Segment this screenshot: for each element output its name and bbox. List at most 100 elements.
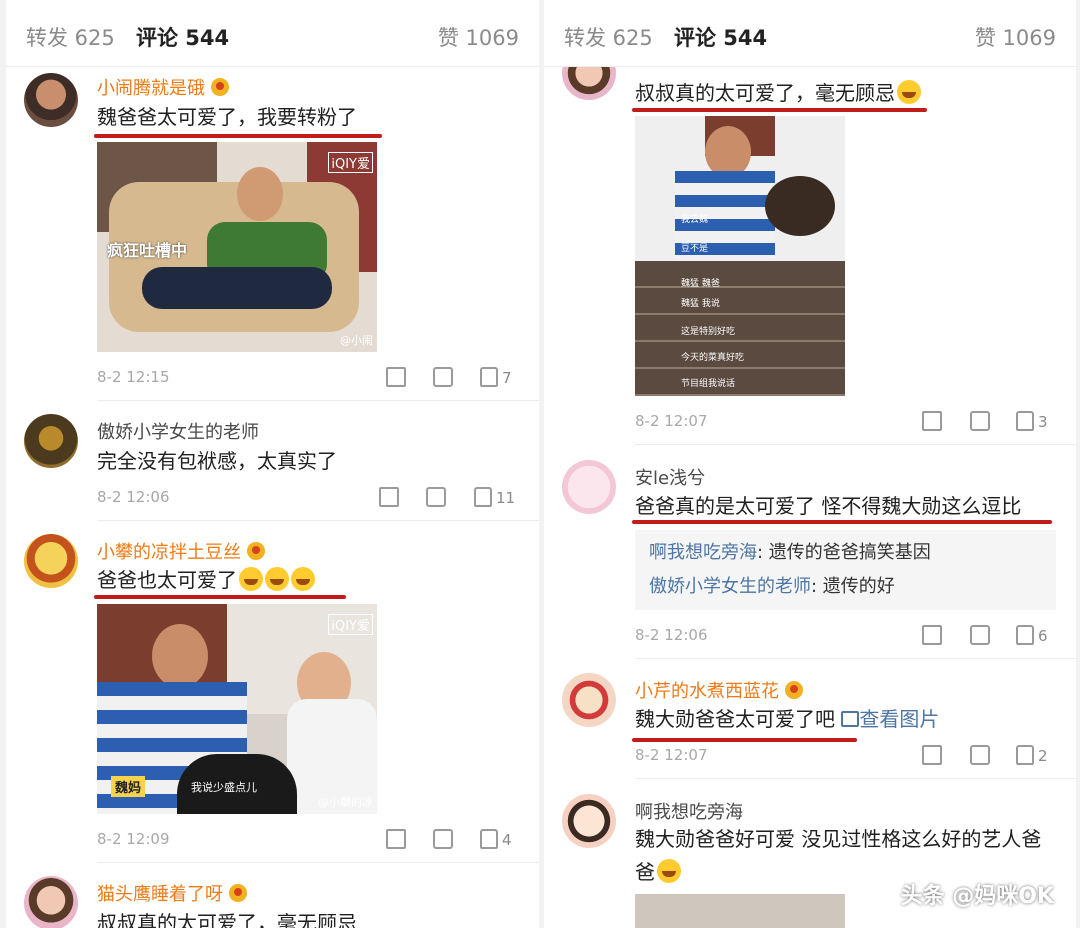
image-watermark: @小闹: [340, 334, 373, 347]
avatar[interactable]: [24, 534, 78, 588]
like-button[interactable]: 11: [474, 487, 515, 507]
iqiyi-logo: iQIY爱: [328, 152, 373, 173]
vip-badge-icon: [247, 542, 265, 560]
avatar[interactable]: [562, 794, 616, 848]
vip-badge-icon: [785, 681, 803, 699]
share-icon: [386, 829, 406, 849]
reply-username[interactable]: 傲娇小学女生的老师: [649, 576, 811, 597]
avatar[interactable]: [24, 876, 78, 928]
tab-likes[interactable]: 赞 1069: [975, 22, 1056, 52]
reply-button[interactable]: [970, 625, 990, 645]
thumbs-up-icon: [1016, 745, 1034, 765]
comment-text: 魏爸爸太可爱了，我要转粉了: [97, 105, 357, 129]
divider: [635, 658, 1076, 659]
share-icon: [379, 487, 399, 507]
red-underline: [632, 520, 1052, 524]
divider: [97, 862, 539, 863]
red-underline: [94, 134, 382, 138]
laughing-emoji-icon: [239, 567, 263, 591]
share-button[interactable]: [386, 829, 406, 849]
image-caption: 疯狂吐槽中: [107, 241, 188, 260]
reply-text: : 遗传的好: [811, 576, 895, 597]
image-caption: 节目组我说话: [681, 379, 736, 389]
image-caption: 魏猛 魏爸: [681, 279, 720, 289]
thumbs-up-icon: [480, 367, 498, 387]
like-button[interactable]: 2: [1016, 745, 1048, 765]
username[interactable]: 小闹腾就是硪: [97, 74, 229, 100]
comment-time: 8-2 12:09: [97, 830, 170, 848]
reply-button[interactable]: [433, 367, 453, 387]
tab-bar: 转发 625 评论 544 赞 1069: [6, 0, 539, 67]
tab-comments[interactable]: 评论 544: [136, 22, 229, 52]
reply-item: 傲娇小学女生的老师: 遗传的好: [649, 570, 1042, 604]
tab-likes[interactable]: 赞 1069: [438, 22, 519, 52]
username[interactable]: 傲娇小学女生的老师: [97, 418, 259, 444]
share-button[interactable]: [922, 745, 942, 765]
reply-text: : 遗传的爸爸搞笑基因: [757, 542, 931, 563]
comment-image[interactable]: [635, 894, 845, 928]
avatar[interactable]: [562, 460, 616, 514]
laughing-emoji-icon: [897, 80, 921, 104]
avatar[interactable]: [562, 673, 616, 727]
share-icon: [922, 745, 942, 765]
thumbs-up-icon: [1016, 625, 1034, 645]
red-underline: [94, 595, 346, 599]
comment-time: 8-2 12:15: [97, 368, 170, 386]
username[interactable]: 啊我想吃旁海: [635, 798, 743, 824]
username[interactable]: 安le浅兮: [635, 464, 705, 490]
comment-image[interactable]: 我去魏 豆不是 魏猛 魏爸 魏猛 我说 这是特别好吃 今天的菜真好吃 节目组我说…: [635, 116, 845, 396]
laughing-emoji-icon: [291, 567, 315, 591]
left-comment-panel: 转发 625 评论 544 赞 1069 小闹腾就是硪 魏爸爸太可爱了，我要转粉…: [6, 0, 539, 928]
username[interactable]: 小攀的凉拌土豆丝: [97, 538, 265, 564]
like-count: 11: [496, 489, 516, 507]
comment-image[interactable]: 疯狂吐槽中 iQIY爱 @小闹: [97, 142, 377, 352]
avatar[interactable]: [24, 73, 78, 127]
share-icon: [922, 625, 942, 645]
like-count: 7: [502, 369, 512, 387]
share-button[interactable]: [922, 625, 942, 645]
reply-button[interactable]: [426, 487, 446, 507]
view-image-link[interactable]: 查看图片: [841, 707, 939, 731]
share-button[interactable]: [922, 411, 942, 431]
thumbs-up-icon: [474, 487, 492, 507]
like-button[interactable]: 7: [480, 367, 512, 387]
red-underline: [632, 108, 927, 112]
tab-bar: 转发 625 评论 544 赞 1069: [544, 0, 1076, 67]
share-button[interactable]: [379, 487, 399, 507]
comment-icon: [970, 625, 990, 645]
like-button[interactable]: 6: [1016, 625, 1048, 645]
comment-image[interactable]: 魏妈 我说少盛点儿 iQIY爱 @小攀的凉: [97, 604, 377, 814]
comment-time: 8-2 12:06: [635, 626, 708, 644]
tab-comments[interactable]: 评论 544: [674, 22, 767, 52]
vip-badge-icon: [211, 78, 229, 96]
thumbs-up-icon: [480, 829, 498, 849]
reply-button[interactable]: [970, 411, 990, 431]
comment-time: 8-2 12:07: [635, 746, 708, 764]
like-count: 2: [1038, 747, 1048, 765]
avatar[interactable]: [24, 414, 78, 468]
right-comment-panel: 转发 625 评论 544 赞 1069 叔叔真的太可爱了，毫无顾忌 我去魏 豆…: [544, 0, 1076, 928]
like-count: 4: [502, 831, 512, 849]
image-caption: 今天的菜真好吃: [681, 353, 745, 363]
reply-button[interactable]: [433, 829, 453, 849]
image-caption: 豆不是: [681, 244, 709, 254]
tab-forward[interactable]: 转发 625: [26, 22, 115, 52]
comment-icon: [970, 411, 990, 431]
image-watermark: @小攀的凉: [318, 796, 373, 809]
red-underline: [632, 738, 857, 742]
comment-text: 爸爸也太可爱了: [97, 565, 315, 595]
share-button[interactable]: [386, 367, 406, 387]
username[interactable]: 小芹的水煮西蓝花: [635, 677, 803, 703]
toutiao-watermark: 头条 @妈咪OK: [900, 884, 1054, 909]
divider: [635, 444, 1076, 445]
like-button[interactable]: 3: [1016, 411, 1048, 431]
comment-text: 叔叔真的太可爱了，毫无顾忌: [635, 78, 921, 108]
tab-forward[interactable]: 转发 625: [564, 22, 653, 52]
username[interactable]: 猫头鹰睡着了呀: [97, 880, 247, 906]
comment-icon: [970, 745, 990, 765]
reply-username[interactable]: 啊我想吃旁海: [649, 542, 757, 563]
share-icon: [922, 411, 942, 431]
reply-preview-box[interactable]: 啊我想吃旁海: 遗传的爸爸搞笑基因 傲娇小学女生的老师: 遗传的好: [635, 530, 1056, 610]
reply-button[interactable]: [970, 745, 990, 765]
like-button[interactable]: 4: [480, 829, 512, 849]
